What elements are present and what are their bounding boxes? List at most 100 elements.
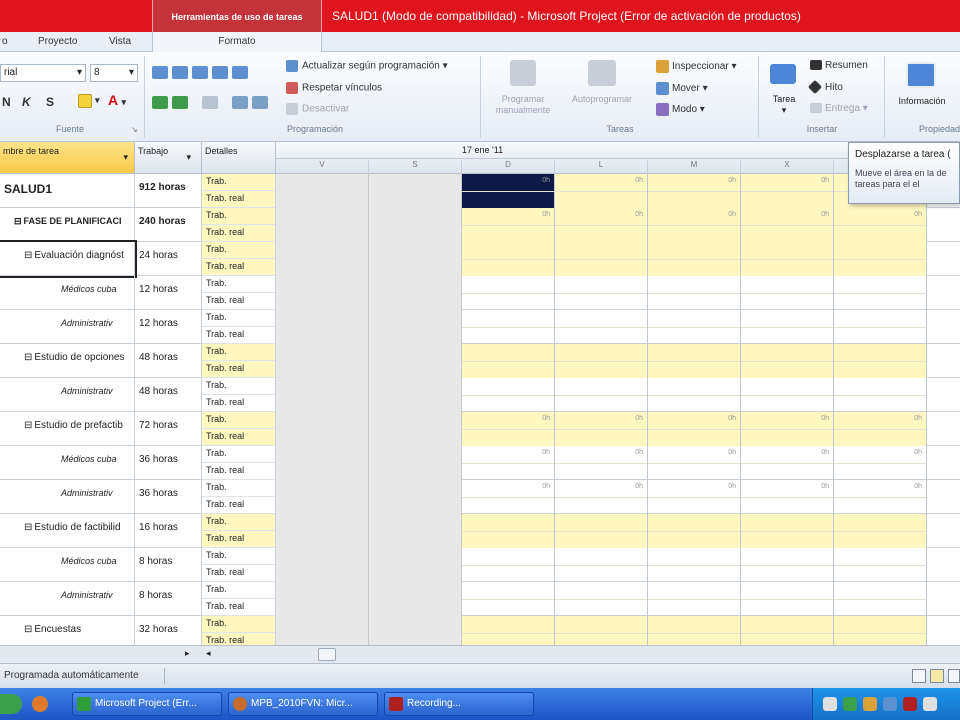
timeline-day-cell[interactable] (834, 344, 927, 378)
task-row[interactable]: ⊟ Estudio de factibilid 16 horas Trab. Trab.… (0, 514, 960, 548)
timeline-nonworking-cell[interactable] (369, 412, 462, 446)
timeline-nonworking-cell[interactable] (369, 514, 462, 548)
timeline-day-cell[interactable] (555, 514, 648, 548)
collapse-toggle-icon[interactable]: ⊟ (24, 352, 32, 363)
task-name-cell[interactable]: ⊟ Estudio de prefactib (0, 412, 135, 446)
timeline-nonworking-cell[interactable] (369, 480, 462, 514)
timeline-nonworking-cell[interactable] (369, 378, 462, 412)
timeline-day-cell[interactable] (648, 310, 741, 344)
timeline-day-cell[interactable] (741, 378, 834, 412)
timeline-day-cell[interactable] (648, 344, 741, 378)
timeline-day-cell[interactable]: 0h (741, 480, 834, 514)
timeline-nonworking-cell[interactable] (369, 208, 462, 242)
work-cell[interactable]: 36 horas (135, 480, 202, 514)
timeline-day-cell[interactable]: 0h (555, 208, 648, 242)
outdent-icon[interactable] (152, 66, 168, 79)
deactivate-button[interactable]: Desactivar (286, 103, 349, 115)
schedule-mode-status[interactable]: Programada automáticamente (4, 670, 139, 681)
scroll-left-arrow-icon[interactable]: ◂ (206, 648, 211, 659)
task-row[interactable]: ⊟ Evaluación diagnóst 24 horas Trab. Trab. r… (0, 240, 960, 278)
summary-button[interactable]: Resumen (810, 60, 868, 71)
timeline-day-cell[interactable] (741, 344, 834, 378)
timeline-day-cell[interactable]: 0h (834, 480, 927, 514)
timeline-day-cell[interactable] (834, 310, 927, 344)
timeline-day-cell[interactable] (741, 548, 834, 582)
tray-icon[interactable] (823, 697, 837, 711)
move-button[interactable]: Mover ▾ (656, 82, 708, 95)
timeline-day-cell[interactable] (555, 378, 648, 412)
work-cell[interactable]: 8 horas (135, 548, 202, 582)
tray-icon[interactable] (863, 697, 877, 711)
font-color-button[interactable]: A ▾ (108, 92, 126, 108)
timeline-day-cell[interactable]: 0h (648, 174, 741, 208)
timeline-day-cell[interactable] (462, 378, 555, 412)
timeline-day-cell[interactable]: 0h (648, 480, 741, 514)
auto-schedule-button[interactable]: Autoprogramar (560, 94, 644, 105)
tray-icon[interactable] (923, 697, 937, 711)
timeline-day-cell[interactable] (462, 548, 555, 582)
timeline-day-cell[interactable]: 0h (462, 480, 555, 514)
timeline-day-cell[interactable] (834, 276, 927, 310)
font-name-dropdown[interactable]: rial ▾ (0, 64, 86, 82)
timeline-day-cell[interactable] (462, 344, 555, 378)
task-name-cell[interactable]: Administrativ (0, 480, 135, 514)
task-name-cell[interactable]: Administrativ (0, 310, 135, 344)
manual-schedule-button[interactable]: Programar manualmente (486, 94, 560, 116)
work-cell[interactable]: 36 horas (135, 446, 202, 480)
timeline-day-cell[interactable] (555, 582, 648, 616)
work-cell[interactable]: 12 horas (135, 310, 202, 344)
timeline-nonworking-cell[interactable] (276, 514, 369, 548)
percent-complete-icon[interactable] (212, 66, 228, 79)
task-row[interactable]: SALUD1912 horasTrab.Trab. real0h0h0h0h0h (0, 174, 960, 208)
timeline-nonworking-cell[interactable] (276, 310, 369, 344)
timeline-nonworking-cell[interactable] (276, 582, 369, 616)
context-tab-group[interactable]: Herramientas de uso de tareas (152, 0, 322, 32)
timeline-day-cell[interactable]: 0h (648, 446, 741, 480)
start-button[interactable] (0, 694, 22, 714)
collapse-toggle-icon[interactable]: ⊟ (14, 216, 22, 226)
timeline-day-cell[interactable] (462, 310, 555, 344)
timeline-day-cell[interactable]: 0h (648, 208, 741, 242)
timeline-day-cell[interactable] (648, 514, 741, 548)
timeline-nonworking-cell[interactable] (276, 242, 369, 276)
insert-task-button[interactable]: Tarea ▾ (764, 94, 804, 116)
inspect-button[interactable]: Inspeccionar ▾ (656, 60, 737, 73)
scroll-right-arrow-icon[interactable]: ▸ (185, 648, 190, 659)
timeline-day-cell[interactable] (741, 242, 834, 276)
timeline-day-cell[interactable] (741, 514, 834, 548)
task-row[interactable]: Administrativ 12 horas Trab. Trab. real (0, 310, 960, 344)
timeline-day-cell[interactable] (741, 582, 834, 616)
collapse-toggle-icon[interactable]: ⊟ (24, 624, 32, 635)
timeline-day-cell[interactable]: 0h (648, 412, 741, 446)
timeline-day-cell[interactable] (834, 514, 927, 548)
work-cell[interactable]: 48 horas (135, 344, 202, 378)
timeline-nonworking-cell[interactable] (369, 242, 462, 276)
timeline-day-cell[interactable]: 0h (834, 446, 927, 480)
unlink-tasks-icon[interactable] (232, 96, 248, 109)
timeline-day-cell[interactable] (462, 276, 555, 310)
timeline-nonworking-cell[interactable] (276, 208, 369, 242)
task-row[interactable]: Médicos cuba 8 horas Trab. Trab. real (0, 548, 960, 582)
work-cell[interactable]: 912 horas (135, 174, 202, 208)
task-row[interactable]: ⊟ Estudio de prefactib 72 horas Trab. Trab. … (0, 412, 960, 446)
task-usage-view-icon[interactable] (930, 669, 944, 683)
timeline-day-cell[interactable]: 0h (555, 480, 648, 514)
task-name-cell[interactable]: ⊟ FASE DE PLANIFICACI (0, 208, 135, 242)
indent-icon[interactable] (172, 66, 188, 79)
respect-links-button[interactable]: Respetar vínculos (286, 82, 382, 94)
update-schedule-button[interactable]: Actualizar según programación ▾ (286, 60, 448, 72)
timeline-day-cell[interactable]: 0h (462, 208, 555, 242)
timeline-day-cell[interactable]: 0h (555, 446, 648, 480)
deliverable-button[interactable]: Entrega ▾ (810, 103, 868, 114)
tray-icon[interactable] (843, 697, 857, 711)
timeline-day-cell[interactable] (555, 276, 648, 310)
timeline-day-cell[interactable]: 0h (741, 208, 834, 242)
timeline-day-cell[interactable]: 0h (834, 208, 927, 242)
milestone-button[interactable]: Hito (807, 80, 843, 95)
tab-view[interactable]: Vista (109, 36, 131, 47)
task-row[interactable]: Médicos cuba 36 horas Trab. Trab. real 0h 0h 0… (0, 446, 960, 480)
timeline-day-cell[interactable] (648, 582, 741, 616)
taskbar-item-project[interactable]: Microsoft Project (Err... (72, 692, 222, 716)
timeline-day-cell[interactable] (462, 242, 555, 276)
timeline-day-cell[interactable]: 0h (834, 412, 927, 446)
